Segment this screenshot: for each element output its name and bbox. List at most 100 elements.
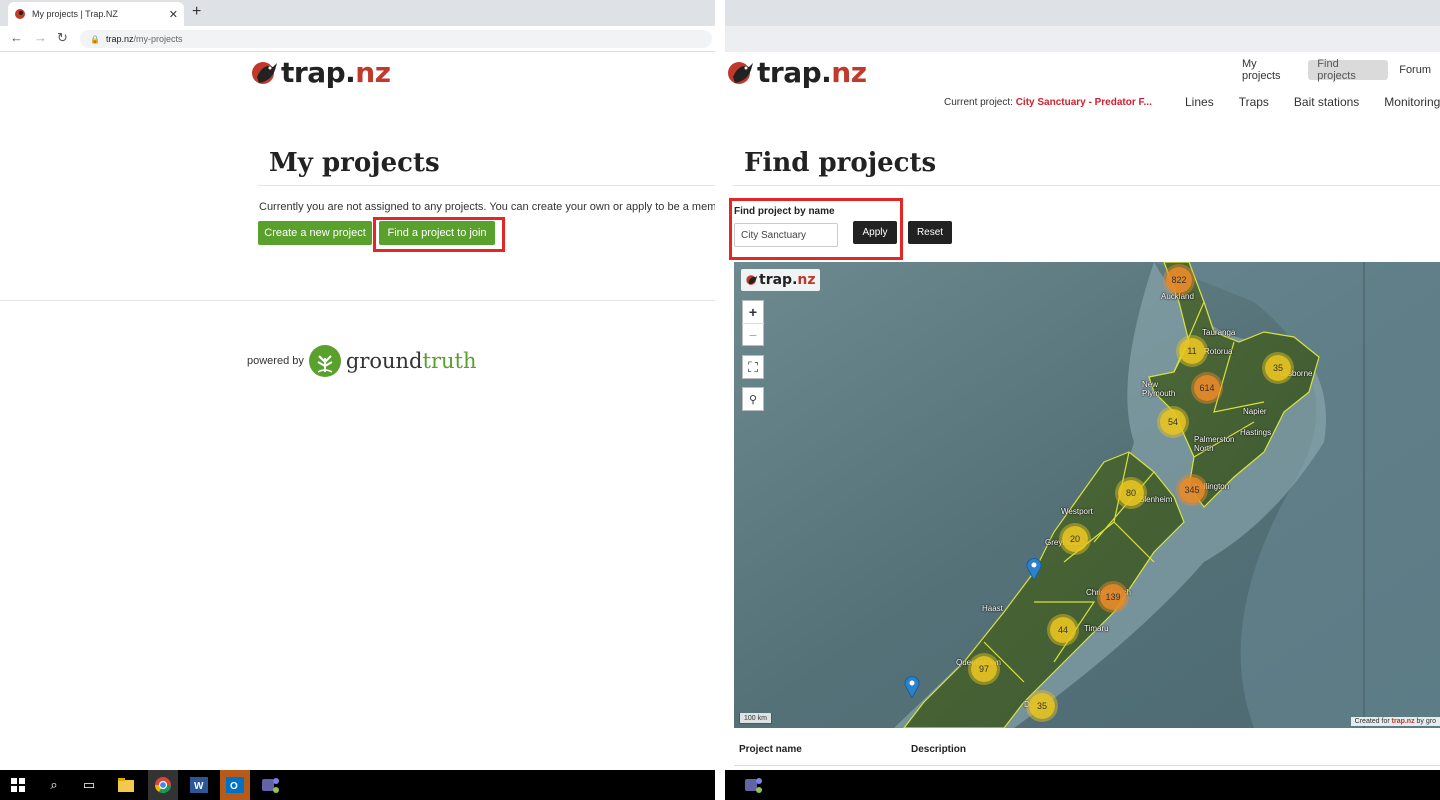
chrome-icon[interactable] — [148, 770, 178, 800]
trapnz-logo[interactable]: trap.nz — [725, 56, 867, 89]
current-project-link[interactable]: City Sanctuary - Predator F... — [1016, 97, 1152, 108]
project-cluster[interactable]: 35 — [1029, 693, 1055, 719]
project-cluster[interactable]: 54 — [1160, 409, 1186, 435]
current-project-label: Current project: — [944, 97, 1013, 108]
teams-icon[interactable] — [744, 775, 764, 795]
my-projects-window: My projects | Trap.NZ ✕ + ← → ↻ 🔒 trap.n… — [0, 0, 715, 800]
windows-taskbar: ⌕ ▭ W O — [0, 770, 715, 800]
create-project-button[interactable]: Create a new project — [258, 221, 372, 245]
screenshot-root: My projects | Trap.NZ ✕ + ← → ↻ 🔒 trap.n… — [0, 0, 1440, 800]
nav-monitoring[interactable]: Monitoring — [1384, 95, 1440, 109]
nav-bait-stations[interactable]: Bait stations — [1294, 95, 1359, 109]
col-project-name[interactable]: Project name — [739, 744, 802, 755]
place-label: Tauranga — [1202, 328, 1236, 337]
place-label: Hastings — [1240, 428, 1272, 437]
browser-tab-strip: My projects | Trap.NZ ✕ + — [0, 0, 715, 26]
nav-forum[interactable]: Forum — [1390, 60, 1440, 80]
col-description[interactable]: Description — [911, 744, 966, 755]
reset-button[interactable]: Reset — [908, 221, 952, 244]
attribution-suffix: by gro — [1414, 718, 1436, 725]
highlight-box-search — [729, 198, 903, 260]
attribution-brand[interactable]: trap.nz — [1392, 718, 1415, 725]
svg-text:O: O — [230, 781, 238, 792]
place-label: Westport — [1061, 507, 1093, 516]
nav-my-projects[interactable]: My projects — [1233, 58, 1306, 82]
project-cluster[interactable]: 139 — [1100, 584, 1126, 610]
browser-tab[interactable]: My projects | Trap.NZ ✕ — [8, 2, 184, 26]
zoom-out-button[interactable]: − — [742, 323, 764, 345]
powered-by-label: powered by — [247, 355, 304, 367]
powered-by-groundtruth[interactable]: powered by groundtruth — [247, 344, 476, 378]
project-cluster[interactable]: 80 — [1118, 480, 1144, 506]
place-label: Rotorua — [1204, 347, 1233, 356]
logo-tld: nz — [831, 56, 867, 89]
main-nav: Lines Traps Bait stations Monitoring — [1185, 95, 1440, 109]
groundtruth-part2: truth — [422, 349, 477, 373]
url-path: /my-projects — [133, 34, 183, 44]
current-project: Current project: City Sanctuary - Predat… — [944, 97, 1152, 108]
map-terrain — [734, 262, 1440, 728]
map-logo-text: trap.nz — [759, 272, 816, 288]
locate-control: ⚲ — [742, 387, 764, 411]
map-scale-bar: 100 km — [739, 713, 772, 724]
highlight-box-find-button — [373, 217, 505, 252]
map-pin-icon[interactable] — [904, 676, 920, 698]
task-view-icon[interactable]: ▭ — [79, 775, 99, 795]
map-pin-icon[interactable] — [1026, 558, 1042, 580]
place-label: Haast — [982, 604, 1003, 613]
search-icon[interactable]: ⌕ — [44, 775, 64, 795]
project-cluster[interactable]: 614 — [1194, 375, 1220, 401]
place-label: Timaru — [1084, 624, 1109, 633]
zoom-control: + − — [742, 300, 764, 346]
nav-traps[interactable]: Traps — [1239, 95, 1269, 109]
locate-pin-icon[interactable]: ⚲ — [742, 388, 764, 410]
top-nav: My projects Find projects Forum — [1233, 58, 1440, 82]
project-cluster[interactable]: 35 — [1265, 355, 1291, 381]
project-cluster[interactable]: 20 — [1062, 526, 1088, 552]
place-label: Blenheim — [1139, 495, 1173, 504]
file-explorer-icon[interactable] — [116, 775, 136, 795]
outlook-icon[interactable]: O — [220, 770, 250, 800]
project-cluster[interactable]: 345 — [1179, 477, 1205, 503]
title-divider — [258, 185, 715, 186]
groundtruth-wordmark: groundtruth — [346, 349, 477, 373]
title-divider — [733, 185, 1440, 186]
close-tab-icon[interactable]: ✕ — [169, 8, 178, 21]
forward-arrow-icon[interactable]: → — [34, 30, 47, 45]
logo-word: trap. — [281, 56, 356, 89]
url-host: trap.nz — [105, 34, 134, 44]
nav-lines[interactable]: Lines — [1185, 95, 1214, 109]
windows-start-icon[interactable] — [8, 775, 28, 795]
table-header-divider — [734, 765, 1440, 766]
find-projects-window: trap.nz My projects Find projects Forum … — [725, 0, 1440, 800]
attribution-prefix: Created for — [1354, 718, 1392, 725]
kiwi-bird-logo-icon — [746, 275, 758, 285]
page-title: Find projects — [744, 148, 937, 178]
word-icon[interactable]: W — [189, 775, 209, 795]
nav-find-projects[interactable]: Find projects — [1308, 58, 1389, 82]
panel-gap — [715, 0, 725, 800]
fullscreen-icon[interactable]: ⛶ — [742, 356, 764, 378]
map-logo-tld: nz — [797, 272, 816, 288]
project-cluster[interactable]: 97 — [971, 656, 997, 682]
kiwi-bird-logo-icon — [252, 61, 277, 84]
teams-icon[interactable] — [261, 775, 281, 795]
projects-map[interactable]: trap.nz + − ⛶ ⚲ Auckland Tauranga Rotoru… — [734, 262, 1440, 728]
logo-tld: nz — [355, 56, 391, 89]
logo-text: trap.nz — [757, 56, 867, 89]
place-label: Palmerston North — [1194, 435, 1235, 453]
page-title: My projects — [269, 148, 440, 178]
project-cluster[interactable]: 822 — [1166, 267, 1192, 293]
project-cluster[interactable]: 44 — [1050, 617, 1076, 643]
trapnz-favicon-icon — [15, 9, 25, 19]
place-label: Auckland — [1161, 292, 1194, 301]
trapnz-logo[interactable]: trap.nz — [249, 56, 391, 89]
new-tab-button[interactable]: + — [192, 4, 201, 20]
url-field[interactable]: 🔒 trap.nz/my-projects — [80, 30, 712, 48]
place-label: New Plymouth — [1142, 380, 1176, 398]
back-arrow-icon[interactable]: ← — [10, 30, 23, 45]
zoom-in-button[interactable]: + — [742, 301, 764, 323]
lock-icon: 🔒 — [90, 34, 100, 44]
reload-icon[interactable]: ↻ — [57, 30, 68, 46]
project-cluster[interactable]: 11 — [1179, 338, 1205, 364]
